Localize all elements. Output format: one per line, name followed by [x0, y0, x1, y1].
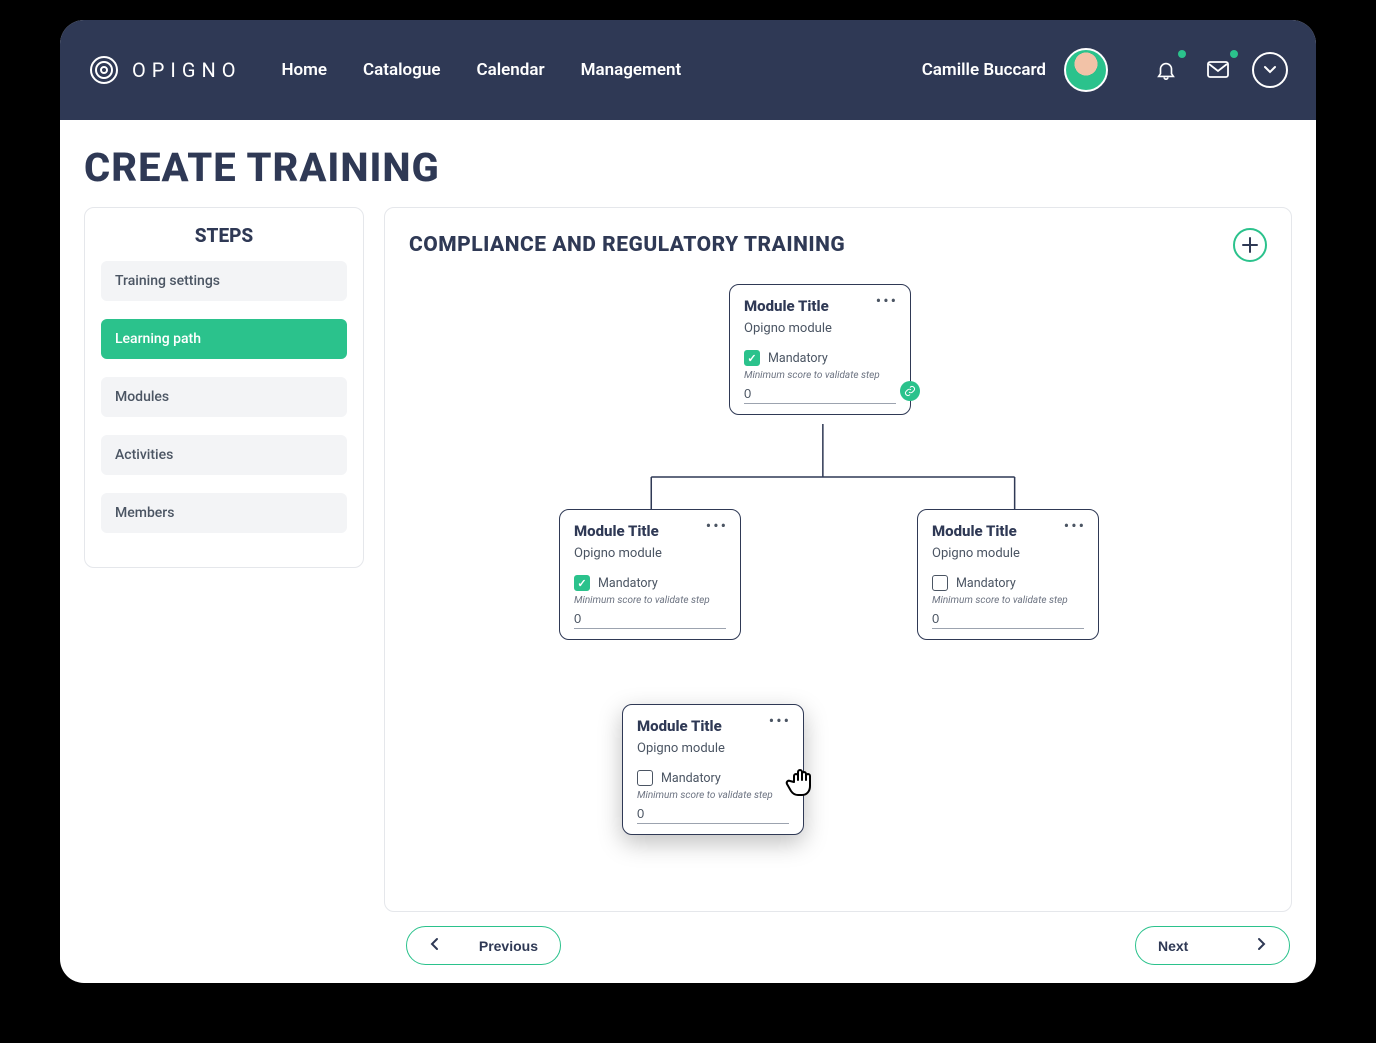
link-badge[interactable] — [900, 381, 920, 401]
plus-icon — [1241, 236, 1259, 254]
brand-name: OPIGNO — [132, 58, 241, 82]
steps-panel: STEPS Training settings Learning path Mo… — [84, 207, 364, 568]
module-title: Module Title — [574, 522, 726, 540]
mandatory-checkbox[interactable] — [574, 575, 590, 591]
steps-heading: STEPS — [101, 224, 347, 247]
body-row: STEPS Training settings Learning path Mo… — [84, 207, 1292, 912]
min-score-label: Minimum score to validate step — [574, 595, 726, 606]
app-window: OPIGNO Home Catalogue Calendar Managemen… — [60, 20, 1316, 983]
card-menu-button[interactable]: ••• — [769, 713, 791, 729]
chevron-left-icon — [429, 937, 439, 954]
training-title: COMPLIANCE AND REGULATORY TRAINING — [409, 233, 845, 257]
step-training-settings[interactable]: Training settings — [101, 261, 347, 301]
min-score-input[interactable] — [744, 384, 896, 404]
avatar — [1064, 48, 1108, 92]
step-activities[interactable]: Activities — [101, 435, 347, 475]
mandatory-checkbox[interactable] — [744, 350, 760, 366]
card-menu-button[interactable]: ••• — [1064, 518, 1086, 534]
mandatory-checkbox[interactable] — [637, 770, 653, 786]
notifications-button[interactable] — [1148, 52, 1184, 88]
nav-catalogue[interactable]: Catalogue — [363, 60, 440, 80]
add-module-button[interactable] — [1233, 228, 1267, 262]
mandatory-label: Mandatory — [661, 771, 721, 786]
brand-icon — [88, 54, 120, 86]
previous-button[interactable]: Previous — [406, 926, 561, 965]
module-type: Opigno module — [932, 546, 1084, 561]
nav-home[interactable]: Home — [281, 60, 327, 80]
step-modules[interactable]: Modules — [101, 377, 347, 417]
mandatory-label: Mandatory — [956, 576, 1016, 591]
link-icon — [904, 385, 916, 397]
mail-icon — [1206, 60, 1230, 80]
main-header: COMPLIANCE AND REGULATORY TRAINING — [409, 228, 1267, 262]
nav-calendar[interactable]: Calendar — [476, 60, 544, 80]
min-score-input[interactable] — [637, 804, 789, 824]
module-title: Module Title — [932, 522, 1084, 540]
min-score-label: Minimum score to validate step — [932, 595, 1084, 606]
user-name: Camille Buccard — [922, 60, 1046, 80]
topbar-icons — [1148, 52, 1288, 88]
drag-cursor-icon — [785, 764, 821, 800]
min-score-label: Minimum score to validate step — [637, 790, 789, 801]
step-members[interactable]: Members — [101, 493, 347, 533]
content-area: CREATE TRAINING STEPS Training settings … — [60, 120, 1316, 983]
module-title: Module Title — [637, 717, 789, 735]
card-menu-button[interactable]: ••• — [706, 518, 728, 534]
message-dot-icon — [1230, 50, 1238, 58]
topbar: OPIGNO Home Catalogue Calendar Managemen… — [60, 20, 1316, 120]
min-score-input[interactable] — [932, 609, 1084, 629]
mandatory-label: Mandatory — [768, 351, 828, 366]
main-panel: COMPLIANCE AND REGULATORY TRAINING — [384, 207, 1292, 912]
min-score-input[interactable] — [574, 609, 726, 629]
module-type: Opigno module — [637, 741, 789, 756]
min-score-label: Minimum score to validate step — [744, 370, 896, 381]
bell-icon — [1155, 59, 1177, 81]
next-button[interactable]: Next — [1135, 926, 1290, 965]
mandatory-label: Mandatory — [598, 576, 658, 591]
previous-label: Previous — [479, 938, 538, 954]
logo[interactable]: OPIGNO — [88, 54, 241, 86]
page-title: CREATE TRAINING — [84, 144, 1292, 191]
step-learning-path[interactable]: Learning path — [101, 319, 347, 359]
mandatory-checkbox[interactable] — [932, 575, 948, 591]
user-menu[interactable]: Camille Buccard — [922, 48, 1108, 92]
module-card[interactable]: ••• Module Title Opigno module Mandatory… — [559, 509, 741, 640]
next-label: Next — [1158, 938, 1188, 954]
card-menu-button[interactable]: ••• — [876, 293, 898, 309]
chevron-right-icon — [1257, 937, 1267, 954]
learning-path-canvas[interactable]: ••• Module Title Opigno module Mandatory… — [409, 262, 1267, 882]
nav-management[interactable]: Management — [581, 60, 682, 80]
module-card-dragging[interactable]: ••• Module Title Opigno module Mandatory… — [622, 704, 804, 835]
chevron-down-icon — [1263, 65, 1277, 75]
notification-dot-icon — [1178, 50, 1186, 58]
footer-nav: Previous Next — [84, 926, 1292, 965]
module-card[interactable]: ••• Module Title Opigno module Mandatory… — [729, 284, 911, 415]
module-type: Opigno module — [744, 321, 896, 336]
main-nav: Home Catalogue Calendar Management — [281, 60, 681, 80]
messages-button[interactable] — [1200, 52, 1236, 88]
module-title: Module Title — [744, 297, 896, 315]
dropdown-button[interactable] — [1252, 52, 1288, 88]
module-card[interactable]: ••• Module Title Opigno module Mandatory… — [917, 509, 1099, 640]
module-type: Opigno module — [574, 546, 726, 561]
